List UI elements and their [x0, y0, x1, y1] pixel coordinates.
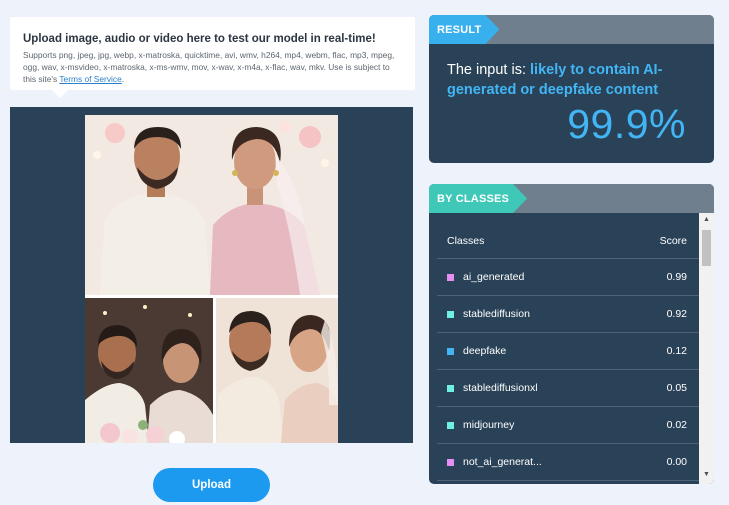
class-row: stablediffusionxl 0.05 — [437, 370, 699, 407]
class-name: midjourney — [463, 419, 515, 431]
result-header: RESULT — [429, 15, 714, 44]
scroll-thumb[interactable] — [702, 230, 711, 266]
class-score: 0.92 — [666, 308, 687, 320]
class-color-swatch — [447, 273, 454, 281]
class-name: not_ai_generat... — [463, 456, 542, 468]
class-color-swatch — [447, 384, 454, 392]
class-row: deepfake 0.12 — [437, 333, 699, 370]
class-rows: ai_generated 0.99 stablediffusion 0.92 deepf… — [437, 259, 699, 481]
image-preview-panel[interactable] — [10, 107, 413, 443]
result-tag: RESULT — [429, 15, 499, 44]
class-score: 0.00 — [666, 456, 687, 468]
class-row: midjourney 0.02 — [437, 407, 699, 444]
classes-scrollbar[interactable]: ▲ ▼ — [699, 213, 714, 484]
class-color-swatch — [447, 421, 454, 429]
column-header-classes: Classes — [447, 234, 485, 247]
class-score: 0.05 — [666, 382, 687, 394]
uploaded-image — [85, 115, 338, 443]
uploaded-image-graphic — [85, 115, 338, 443]
upload-info-box: Upload image, audio or video here to tes… — [10, 17, 415, 98]
class-score: 0.02 — [666, 419, 687, 431]
result-prefix: The input is: — [447, 62, 531, 78]
class-color-swatch — [447, 310, 454, 318]
upload-button[interactable]: Upload — [153, 468, 270, 502]
class-color-swatch — [447, 347, 454, 355]
result-score: 99.9% — [567, 101, 686, 147]
scroll-up-icon[interactable]: ▲ — [699, 213, 714, 227]
terms-suffix: . — [121, 74, 125, 84]
class-score: 0.12 — [666, 345, 687, 357]
result-statement: The input is: likely to contain AI-gener… — [447, 60, 697, 100]
classes-table: Classes Score ai_generated 0.99 stablediff… — [437, 223, 699, 484]
result-card: RESULT The input is: likely to contain A… — [429, 15, 714, 163]
class-row: ai_generated 0.99 — [437, 259, 699, 296]
classes-card: BY CLASSES Classes Score ai_generated 0.9… — [429, 184, 714, 484]
class-color-swatch — [447, 458, 454, 466]
column-header-score: Score — [659, 234, 687, 247]
supported-formats-text: Supports png, jpeg, jpg, webp, x-matrosk… — [23, 49, 402, 85]
class-row: not_ai_generat... 0.00 — [437, 444, 699, 481]
upload-title: Upload image, audio or video here to tes… — [23, 33, 376, 45]
classes-tag: BY CLASSES — [429, 184, 527, 213]
class-name: stablediffusion — [463, 308, 530, 320]
classes-header: BY CLASSES — [429, 184, 714, 213]
terms-of-service-link[interactable]: Terms of Service — [59, 74, 121, 84]
classes-table-header: Classes Score — [437, 223, 699, 259]
class-row: stablediffusion 0.92 — [437, 296, 699, 333]
class-score: 0.99 — [666, 271, 687, 283]
class-name: stablediffusionxl — [463, 382, 538, 394]
class-name: ai_generated — [463, 271, 525, 283]
class-name: deepfake — [463, 345, 507, 357]
scroll-down-icon[interactable]: ▼ — [699, 468, 714, 482]
